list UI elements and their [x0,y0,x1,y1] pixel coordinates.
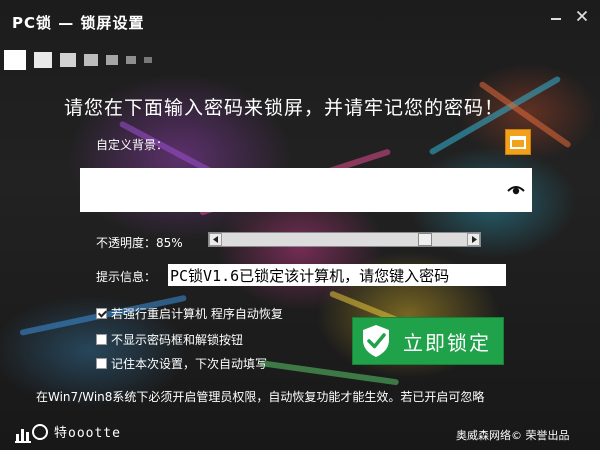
credit-text: 奥威森网络© 荣誉出品 [456,429,570,442]
remember-settings-label: 记住本次设置，下次自动填写 [111,356,268,371]
shield-check-icon [363,325,389,357]
close-icon [576,10,588,22]
background-label: 自定义背景： [96,138,169,152]
slider-track[interactable] [222,233,467,246]
auto-restore-checkbox[interactable] [96,307,107,319]
tip-message-input[interactable] [168,264,506,286]
option-remember-settings[interactable]: 记住本次设置，下次自动填写 [96,355,267,371]
background-art [0,0,600,450]
hide-password-label: 不显示密码框和解锁按钮 [111,332,244,347]
remember-settings-checkbox[interactable] [96,357,107,369]
minimize-button[interactable] [544,6,568,26]
hide-password-checkbox[interactable] [96,333,107,345]
slider-thumb[interactable] [418,233,432,246]
auto-restore-label: 若强行重启计算机 程序自动恢复 [111,306,283,321]
logo-text: 特oootte [54,426,121,441]
lock-now-button[interactable]: 立即锁定 [352,317,504,365]
eye-button[interactable] [506,180,526,200]
eye-icon [507,186,525,195]
caret-right-icon [471,236,477,243]
opacity-slider[interactable] [208,232,481,247]
opacity-label: 不透明度：85% [96,236,183,250]
window-title: PC锁 — 锁屏设置 [12,14,145,32]
brand-logo: 特oootte [14,418,154,444]
admin-note: 在Win7/Win8系统下必须开启管理员权限，自动恢复功能才能生效。若已开启可忽… [36,390,485,404]
lock-now-label: 立即锁定 [403,330,491,355]
headline: 请您在下面输入密码来锁屏，并请牢记您的密码！ [64,97,505,119]
option-auto-restore[interactable]: 若强行重启计算机 程序自动恢复 [96,305,283,321]
title-bar[interactable]: PC锁 — 锁屏设置 [0,0,600,40]
folder-button[interactable] [505,129,531,155]
option-hide-password[interactable]: 不显示密码框和解锁按钮 [96,331,243,347]
minimize-icon [551,18,561,20]
tip-label: 提示信息： [96,270,157,284]
close-button[interactable] [570,6,594,26]
slider-left-arrow[interactable] [209,233,222,246]
background-path-input[interactable] [80,168,532,212]
caret-left-icon [212,236,218,243]
slider-right-arrow[interactable] [467,233,480,246]
chart-bars-logo-icon [15,424,48,443]
